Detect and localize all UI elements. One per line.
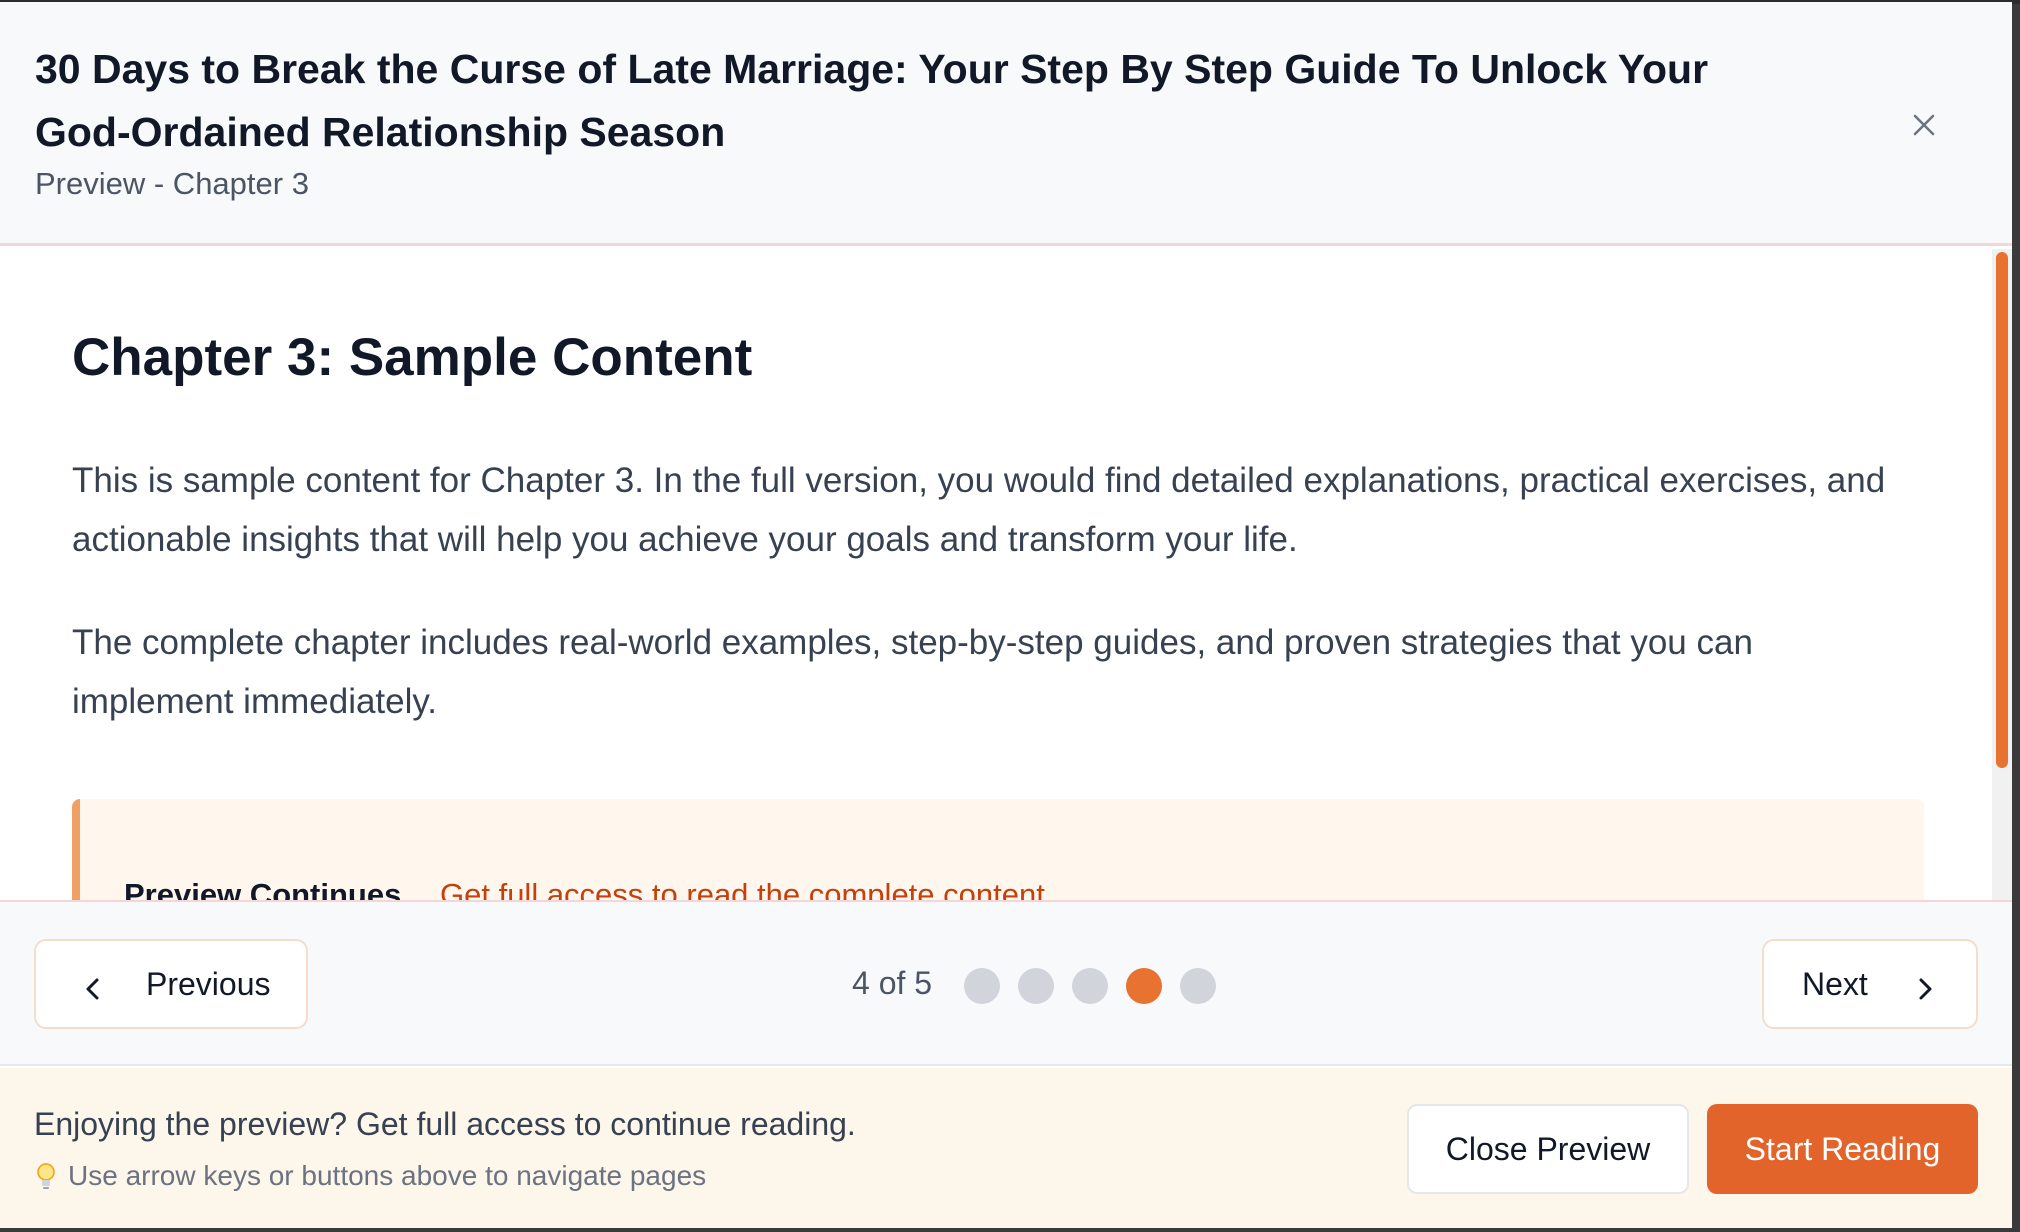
- preview-subtitle: Preview - Chapter 3: [35, 166, 309, 201]
- chapter-heading: Chapter 3: Sample Content: [72, 328, 753, 387]
- preview-callout: Preview Continues... Get full access to …: [72, 799, 1924, 900]
- next-button[interactable]: Next: [1762, 939, 1978, 1029]
- previous-label: Previous: [146, 966, 271, 1002]
- callout-title: Preview Continues...: [124, 877, 428, 900]
- page-dot-3[interactable]: [1072, 968, 1108, 1004]
- page-dot-5[interactable]: [1180, 968, 1216, 1004]
- modal-header: 30 Days to Break the Curse of Late Marri…: [0, 2, 2012, 246]
- modal-footer: Enjoying the preview? Get full access to…: [0, 1068, 2012, 1228]
- close-preview-button[interactable]: Close Preview: [1407, 1104, 1689, 1194]
- next-label: Next: [1802, 966, 1868, 1002]
- page-dot-2[interactable]: [1018, 968, 1054, 1004]
- chevron-right-icon: [1912, 973, 1938, 1010]
- chapter-content: Chapter 3: Sample Content This is sample…: [0, 249, 1992, 900]
- footer-message: Enjoying the preview? Get full access to…: [34, 1106, 856, 1142]
- page-dot-4[interactable]: [1126, 968, 1162, 1004]
- start-reading-button[interactable]: Start Reading: [1707, 1104, 1978, 1194]
- preview-modal: 30 Days to Break the Curse of Late Marri…: [0, 2, 2012, 1228]
- book-title: 30 Days to Break the Curse of Late Marri…: [35, 46, 1709, 155]
- scrollbar-thumb[interactable]: [1996, 252, 2008, 768]
- content-paragraph: This is sample content for Chapter 3. In…: [72, 461, 1886, 559]
- previous-button[interactable]: Previous: [34, 939, 308, 1029]
- callout-text: Get full access to read the complete con…: [440, 877, 1045, 900]
- content-paragraph: The complete chapter includes real-world…: [72, 623, 1753, 721]
- page-dot-1[interactable]: [964, 968, 1000, 1004]
- page-indicator: 4 of 5: [852, 965, 933, 1001]
- close-icon[interactable]: [1905, 106, 1943, 144]
- lightbulb-icon: [36, 1162, 56, 1192]
- navigation-tip: Use arrow keys or buttons above to navig…: [68, 1160, 707, 1191]
- chevron-left-icon: [80, 973, 106, 1010]
- page-navigation: Previous 4 of 5 Next: [0, 902, 2012, 1066]
